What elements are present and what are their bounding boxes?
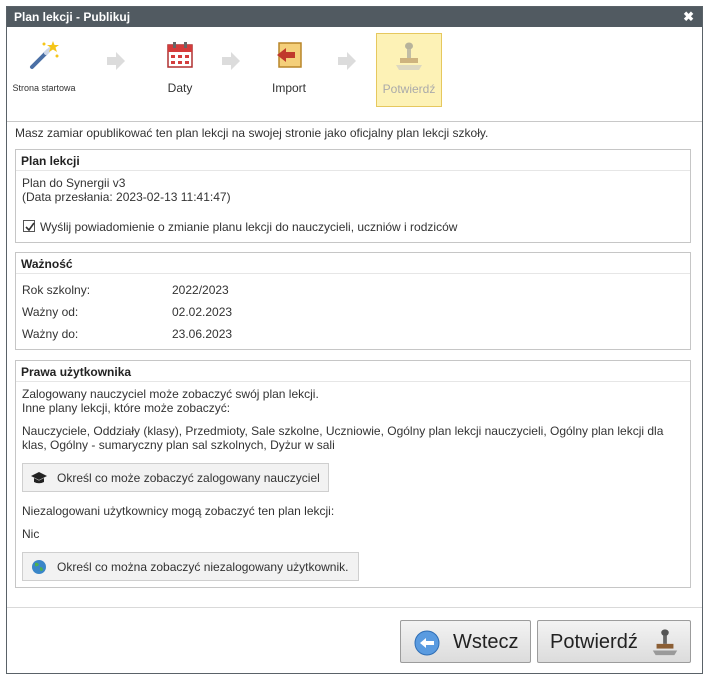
- user-rights-section: Prawa użytkownika Zalogowany nauczyciel …: [15, 360, 691, 588]
- arrow-left-icon: [414, 630, 440, 656]
- step-label: Daty: [167, 81, 193, 95]
- button-label: Potwierdź: [550, 631, 638, 653]
- anon-info-line: Niezalogowani użytkownicy mogą zobaczyć …: [22, 504, 335, 518]
- valid-to-label: Ważny do:: [22, 327, 79, 341]
- logged-info-line: Zalogowany nauczyciel może zobaczyć swój…: [22, 387, 319, 401]
- magic-wand-icon: [30, 41, 59, 69]
- valid-from-value: 02.02.2023: [172, 305, 233, 319]
- graduation-cap-icon: [31, 472, 47, 484]
- back-button[interactable]: Wstecz: [400, 620, 531, 663]
- logged-info-line: Inne plany lekcji, które może zobaczyć:: [22, 401, 231, 415]
- button-label: Określ co można zobaczyć niezalogowany u…: [57, 560, 349, 574]
- title-bar: Plan lekcji - Publikuj ✖: [7, 7, 702, 27]
- school-year-label: Rok szkolny:: [22, 283, 91, 297]
- section-title: Plan lekcji: [21, 154, 80, 168]
- step-label: Import: [271, 81, 306, 95]
- step-label: Strona startowa: [12, 83, 76, 93]
- stamp-icon: [396, 42, 422, 70]
- anon-user-rights-button[interactable]: Określ co można zobaczyć niezalogowany u…: [22, 552, 359, 581]
- plan-section: Plan lekcji Plan do Synergii v3 (Data pr…: [15, 149, 691, 243]
- validity-section: Ważność Rok szkolny: 2022/2023 Ważny od:…: [15, 252, 691, 350]
- intro-text: Masz zamiar opublikować ten plan lekcji …: [15, 126, 489, 140]
- valid-to-value: 23.06.2023: [172, 327, 233, 341]
- calendar-icon: [167, 42, 193, 68]
- arrow-right-icon: [338, 52, 356, 70]
- step-label: Potwierdź: [382, 82, 436, 96]
- globe-icon: [32, 560, 46, 574]
- import-icon: [277, 42, 302, 68]
- button-label: Wstecz: [453, 631, 519, 653]
- upload-date: (Data przesłania: 2023-02-13 11:41:47): [22, 190, 231, 204]
- visible-plans-list: Nauczyciele, Oddziały (klasy), Przedmiot…: [22, 424, 664, 438]
- anon-value: Nic: [22, 527, 40, 541]
- dialog-content: Masz zamiar opublikować ten plan lekcji …: [7, 122, 702, 608]
- step-start-page[interactable]: Strona startowa: [11, 33, 77, 107]
- step-confirm[interactable]: Potwierdź: [376, 33, 442, 107]
- check-icon: [25, 222, 35, 232]
- publish-dialog: Plan lekcji - Publikuj ✖ Strona startowa: [6, 6, 703, 674]
- plan-name: Plan do Synergii v3: [22, 176, 126, 190]
- arrow-right-icon: [222, 52, 240, 70]
- visible-plans-list: klas, Ogólny - sumaryczny plan sal szkol…: [22, 438, 335, 452]
- section-title: Prawa użytkownika: [21, 365, 132, 379]
- dialog-title: Plan lekcji - Publikuj: [14, 10, 131, 24]
- notify-checkbox[interactable]: [23, 220, 35, 232]
- section-divider: [16, 170, 690, 171]
- section-title: Ważność: [21, 257, 73, 271]
- stamp-icon: [652, 629, 678, 656]
- arrow-right-icon: [107, 52, 125, 70]
- confirm-button[interactable]: Potwierdź: [537, 620, 691, 663]
- close-icon[interactable]: ✖: [683, 9, 694, 25]
- section-divider: [16, 273, 690, 274]
- wizard-steps: Strona startowa Daty Import Potwierdź: [7, 27, 702, 122]
- valid-from-label: Ważny od:: [22, 305, 79, 319]
- step-import[interactable]: Import: [256, 33, 322, 107]
- dialog-footer: Wstecz Potwierdź: [7, 607, 702, 673]
- button-label: Określ co może zobaczyć zalogowany naucz…: [57, 471, 320, 485]
- school-year-value: 2022/2023: [172, 283, 229, 297]
- logged-teacher-rights-button[interactable]: Określ co może zobaczyć zalogowany naucz…: [22, 463, 329, 492]
- notify-label[interactable]: Wyślij powiadomienie o zmianie planu lek…: [40, 220, 457, 234]
- section-divider: [16, 381, 690, 382]
- step-dates[interactable]: Daty: [147, 33, 213, 107]
